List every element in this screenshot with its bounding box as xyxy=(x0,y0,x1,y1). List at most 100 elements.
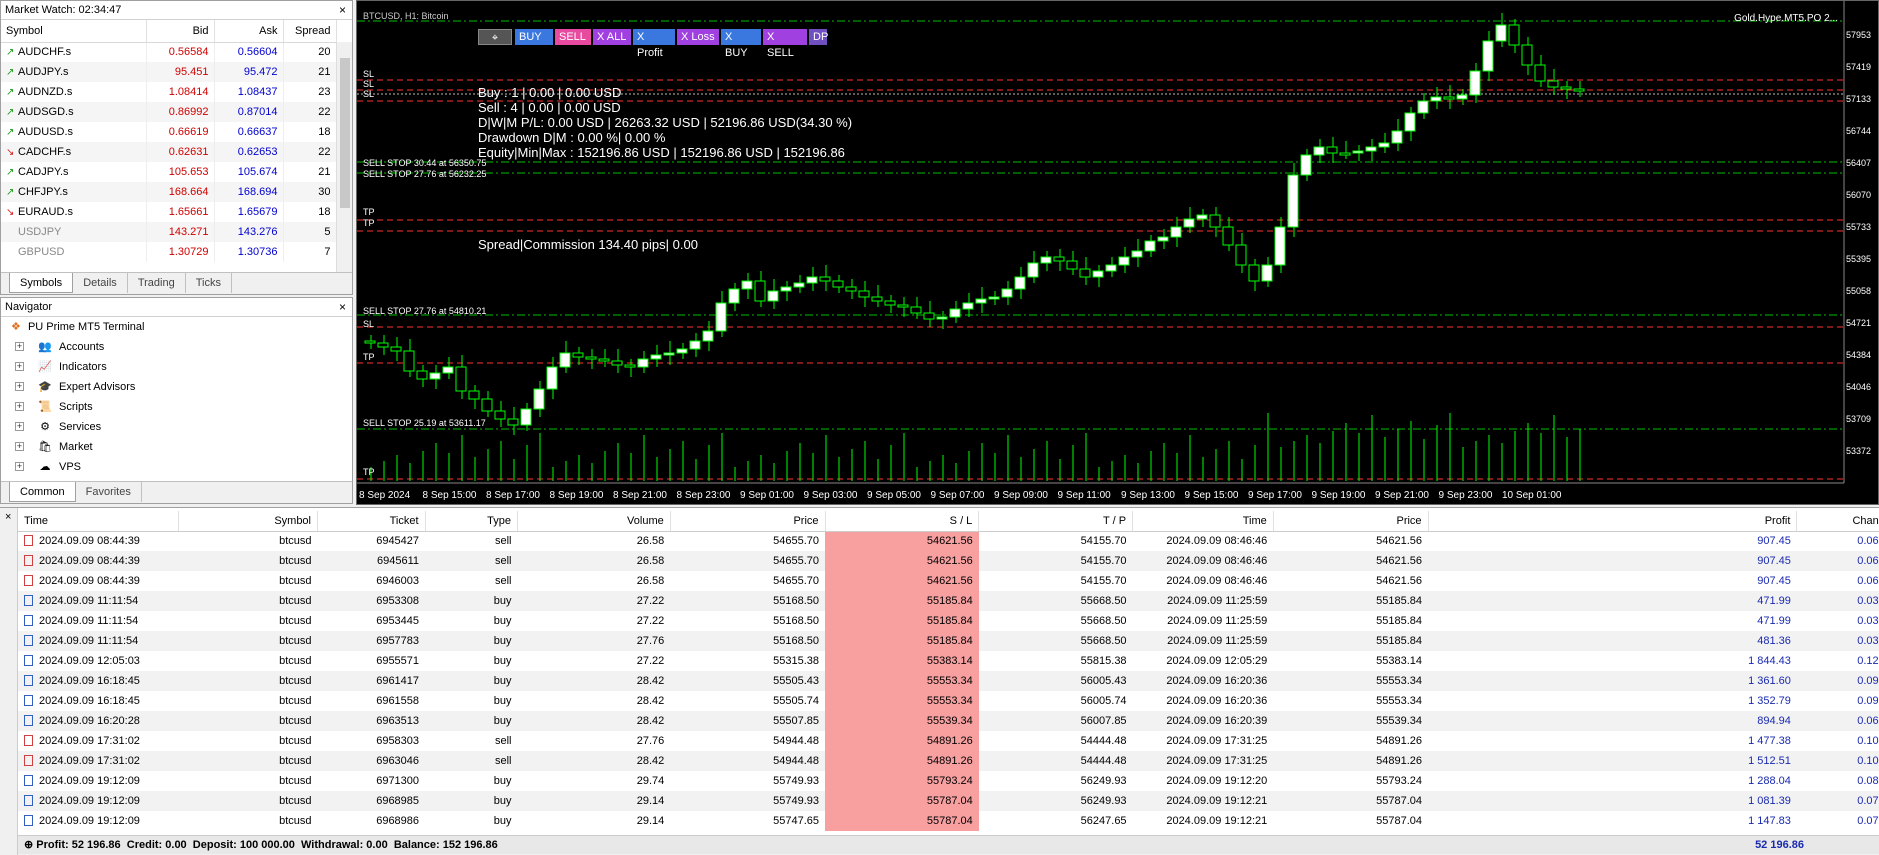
navigator-tabs: Common Favorites xyxy=(1,481,352,503)
column-header[interactable]: Time xyxy=(1132,511,1274,532)
column-header[interactable]: Price xyxy=(1273,511,1429,532)
navigator-item-vps[interactable]: + ☁ VPS xyxy=(1,457,352,477)
trade-row[interactable]: 2024.09.09 11:11:54 btcusd 6953445 buy 27.22… xyxy=(18,611,1879,631)
expand-icon[interactable]: + xyxy=(15,382,24,391)
navigator-item-scripts[interactable]: + 📜 Scripts xyxy=(1,397,352,417)
navigator-item-services[interactable]: + ⚙ Services xyxy=(1,417,352,437)
tab-details[interactable]: Details xyxy=(73,273,128,293)
expand-icon[interactable]: + xyxy=(15,402,24,411)
market-watch-row[interactable]: ↗ AUDNZD.s 1.08414 1.08437 23 xyxy=(1,82,337,102)
trade-row[interactable]: 2024.09.09 19:12:09 btcusd 6968986 buy 29.14… xyxy=(18,811,1879,831)
column-header[interactable]: Symbol xyxy=(1,20,147,43)
close-icon[interactable]: × xyxy=(339,298,346,317)
trade-row[interactable]: 2024.09.09 12:05:03 btcusd 6955571 buy 27.22… xyxy=(18,651,1879,671)
expand-icon[interactable]: + xyxy=(15,422,24,431)
toolbar-x-sell-button[interactable]: X SELL xyxy=(763,29,807,59)
expand-icon[interactable]: + xyxy=(15,462,24,471)
toolbar-dp-button[interactable]: DP xyxy=(809,29,828,45)
market-watch-row[interactable]: ↗ AUDCHF.s 0.56584 0.56604 20 xyxy=(1,42,337,62)
navigator-item-indicators[interactable]: + 📈 Indicators xyxy=(1,357,352,377)
trade-cell-10: 1 512.51 xyxy=(1428,751,1797,771)
column-header[interactable]: Price xyxy=(670,511,826,532)
navigator-item-market[interactable]: + 🛍 Market xyxy=(1,437,352,457)
navigator-item-expert-advisors[interactable]: + 🎓 Expert Advisors xyxy=(1,377,352,397)
trade-row[interactable]: 2024.09.09 19:12:09 btcusd 6971300 buy 29.74… xyxy=(18,771,1879,791)
trade-cell-7: 56249.93 xyxy=(979,771,1133,791)
tab-favorites[interactable]: Favorites xyxy=(76,482,142,502)
trade-row[interactable]: 2024.09.09 16:18:45 btcusd 6961417 buy 28.42… xyxy=(18,671,1879,691)
column-header[interactable]: Profit xyxy=(1428,511,1798,532)
column-header[interactable]: Symbol xyxy=(178,511,318,532)
tab-trading[interactable]: Trading xyxy=(128,273,186,293)
market-watch-scrollbar[interactable] xyxy=(336,42,352,272)
trade-cell-1: btcusd xyxy=(178,671,318,691)
toolbar-x-profit-button[interactable]: X Profit xyxy=(633,29,675,59)
column-header[interactable]: S / L xyxy=(825,511,980,532)
trade-row[interactable]: 2024.09.09 11:11:54 btcusd 6957783 buy 27.76… xyxy=(18,631,1879,651)
trade-row[interactable]: 2024.09.09 08:44:39 btcusd 6945427 sell 26.5… xyxy=(18,531,1879,551)
market-watch-row[interactable]: ↗ CADJPY.s 105.653 105.674 21 xyxy=(1,162,337,182)
toolbar-x-all-button[interactable]: X ALL xyxy=(593,29,631,45)
trade-value: 56007.85 xyxy=(1080,715,1127,727)
tab-symbols[interactable]: Symbols xyxy=(9,273,74,293)
column-header[interactable]: Spread xyxy=(283,20,337,43)
info-line: Equity|Min|Max : 152196.86 USD | 152196.… xyxy=(478,145,845,160)
close-icon[interactable]: × xyxy=(5,511,11,523)
column-header[interactable]: Type xyxy=(425,511,518,532)
close-icon[interactable]: × xyxy=(339,1,346,20)
trade-row[interactable]: 2024.09.09 17:31:02 btcusd 6958303 sell 27.7… xyxy=(18,731,1879,751)
candle xyxy=(1326,146,1338,154)
market-watch-row[interactable]: ↗ CHFJPY.s 168.664 168.694 30 xyxy=(1,182,337,202)
trade-row[interactable]: 2024.09.09 08:44:39 btcusd 6945611 sell 26.5… xyxy=(18,551,1879,571)
crosshair-button[interactable]: ⌖ xyxy=(478,29,512,45)
market-watch-row[interactable]: ↗ AUDJPY.s 95.451 95.472 21 xyxy=(1,62,337,82)
market-watch-row[interactable]: ↘ EURAUD.s 1.65661 1.65679 18 xyxy=(1,202,337,222)
bid-cell: 1.08414 xyxy=(146,82,215,102)
trade-row[interactable]: 2024.09.09 17:31:02 btcusd 6963046 sell 28.4… xyxy=(18,751,1879,771)
column-header[interactable]: Ticket xyxy=(317,511,426,532)
market-watch-row[interactable]: ↘ CADCHF.s 0.62631 0.62653 22 xyxy=(1,142,337,162)
tab-ticks[interactable]: Ticks xyxy=(186,273,232,293)
market-watch-row[interactable]: USDJPY 143.271 143.276 5 xyxy=(1,222,337,242)
trade-value: btcusd xyxy=(279,695,312,707)
trade-cell-1: btcusd xyxy=(178,791,318,811)
trade-row[interactable]: 2024.09.09 16:20:28 btcusd 6963513 buy 28.42… xyxy=(18,711,1879,731)
bid-cell: 168.664 xyxy=(146,182,215,202)
expand-icon[interactable]: + xyxy=(15,362,24,371)
trade-row[interactable]: 2024.09.09 16:18:45 btcusd 6961558 buy 28.42… xyxy=(18,691,1879,711)
candle xyxy=(689,340,701,350)
price-chart[interactable]: BTCUSD, H1: Bitcoin Gold.Hype.MT5.PO 2..… xyxy=(356,0,1879,505)
chart-canvas[interactable] xyxy=(357,1,1879,505)
trade-row[interactable]: 2024.09.09 19:12:09 btcusd 6968985 buy 29.14… xyxy=(18,791,1879,811)
market-watch-row[interactable]: ↗ AUDUSD.s 0.66619 0.66637 18 xyxy=(1,122,337,142)
tab-common[interactable]: Common xyxy=(9,482,76,502)
column-header[interactable]: Ask xyxy=(214,20,284,43)
market-watch-row[interactable]: ↗ AUDSGD.s 0.86992 0.87014 22 xyxy=(1,102,337,122)
expand-icon[interactable]: + xyxy=(15,442,24,451)
column-header[interactable]: T / P xyxy=(978,511,1134,532)
toolbar-x-loss-button[interactable]: X Loss xyxy=(677,29,719,45)
column-header[interactable]: Volume xyxy=(517,511,671,532)
navigator-item-accounts[interactable]: + 👥 Accounts xyxy=(1,337,352,357)
toolbar-buy-button[interactable]: BUY xyxy=(515,29,553,45)
market-watch-row[interactable]: GBPUSD 1.30729 1.30736 7 xyxy=(1,242,337,262)
chart-line-label: SL xyxy=(363,319,375,329)
column-header[interactable]: Change xyxy=(1796,511,1879,532)
trade-row[interactable]: 2024.09.09 08:44:39 btcusd 6946003 sell 26.5… xyxy=(18,571,1879,591)
trade-value: 6953445 xyxy=(376,615,420,627)
column-header[interactable]: Bid xyxy=(146,20,215,43)
navigator-root[interactable]: ❖ PU Prime MT5 Terminal xyxy=(1,317,352,337)
expand-icon[interactable]: + xyxy=(15,342,24,351)
column-header[interactable]: Time xyxy=(18,511,180,532)
trade-value: 2024.09.09 16:20:28 xyxy=(39,715,140,727)
candle xyxy=(1508,24,1520,46)
toolbar-sell-button[interactable]: SELL xyxy=(555,29,591,45)
trade-value: btcusd xyxy=(279,735,312,747)
trade-row[interactable]: 2024.09.09 11:11:54 btcusd 6953308 buy 27.22… xyxy=(18,591,1879,611)
candle xyxy=(793,282,805,288)
toolbar-x-buy-button[interactable]: X BUY xyxy=(721,29,761,59)
trade-cell-1: btcusd xyxy=(179,811,318,831)
trade-cell-3: buy xyxy=(425,771,517,791)
vps-icon: ☁ xyxy=(39,461,51,473)
scripts-icon: 📜 xyxy=(38,401,52,413)
